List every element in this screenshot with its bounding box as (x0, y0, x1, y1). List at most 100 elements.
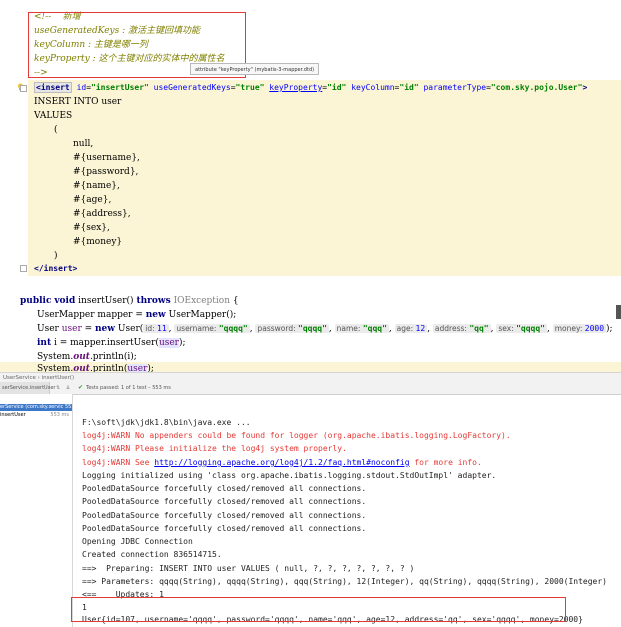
param-hint: password: "qqqq" (255, 324, 329, 333)
code-text: User( (115, 324, 144, 334)
code-text: .println(i); (89, 352, 137, 362)
tree-child[interactable]: insertUser 553 ms (0, 412, 72, 419)
sql-line: #{sex}, (73, 223, 110, 233)
check-icon: ✔ (78, 384, 84, 391)
hint-label: address: (434, 324, 467, 333)
insert-open-tag[interactable]: <insert id="insertUser" useGeneratedKeys… (34, 81, 587, 95)
param-hint: money: 2000 (552, 324, 607, 333)
link-prefix: log4j:WARN See (82, 458, 155, 467)
tag-name: insert (40, 83, 70, 92)
code-text: System. (37, 352, 74, 362)
hint-value: "qqqq" (218, 324, 248, 333)
param-hint: id: 11 (143, 324, 169, 333)
hint-label: id: (145, 324, 155, 333)
tree-child-time: 553 ms (50, 412, 69, 418)
hint-label: username: (176, 324, 217, 333)
code-line: UserMapper mapper = new UserMapper(); (37, 308, 236, 322)
insert-close-tag[interactable]: </insert> (34, 262, 77, 276)
code-line: User user = new User(id: 11, username: "… (37, 324, 613, 334)
fold-icon[interactable] (20, 85, 27, 92)
sql-line: ) (54, 251, 58, 261)
code-text: = (81, 324, 96, 334)
test-tree[interactable]: erService (com.sky.servic 553 ms insertU… (0, 394, 73, 627)
console-output[interactable]: F:\soft\jdk\jdk1.8\bin\java.exe ... log4… (76, 394, 621, 627)
console-line: Created connection 836514715. (82, 550, 222, 559)
result-annotation-box (71, 597, 566, 622)
scroll-marker[interactable] (616, 305, 621, 319)
attr-value: "id" (327, 83, 347, 92)
keyword: int (37, 338, 52, 348)
run-panel[interactable]: serService.insertUser ⇅ ⇊ ✔ Tests passed… (0, 382, 621, 627)
code-text: i = mapper.insertUser( (51, 338, 159, 348)
breadcrumb[interactable]: UserService › insertUser() (0, 372, 621, 382)
sql-line: #{age}, (73, 195, 112, 205)
method-name: insertUser() (78, 296, 134, 306)
hint-label: age: (396, 324, 414, 333)
code-text: UserMapper mapper = (37, 310, 146, 320)
sql-line: ( (54, 125, 58, 135)
hint-label: sex: (498, 324, 514, 333)
attr-value: "true" (235, 83, 265, 92)
hint-value: "qq" (469, 324, 489, 333)
console-line: Logging initialized using 'class org.apa… (82, 471, 497, 480)
attr-name: parameterType (423, 83, 487, 92)
hint-label: password: (257, 324, 296, 333)
attr-value: "insertUser" (91, 83, 149, 92)
variable: user (158, 338, 179, 348)
tag-bracket: > (72, 264, 78, 273)
tag-name: insert (43, 264, 73, 273)
java-editor[interactable]: public void insertUser() throws IOExcept… (0, 283, 621, 376)
attr-value: "com.sky.pojo.User" (490, 83, 583, 92)
attr-name: useGeneratedKeys (153, 83, 231, 92)
toolbar-expand-icon[interactable]: ⇊ (66, 382, 70, 394)
console-line: log4j:WARN Please initialize the log4j s… (82, 444, 347, 453)
keyword: new (145, 310, 166, 320)
sql-line: VALUES (34, 111, 73, 121)
brace: { (232, 296, 239, 306)
test-status: Tests passed: 1 of 1 test – 553 ms (86, 385, 171, 391)
run-tab[interactable]: serService.insertUser (0, 382, 55, 394)
toolbar-sort-icon[interactable]: ⇅ (56, 382, 60, 394)
sql-line: #{money} (73, 237, 123, 247)
keyproperty-tooltip: attribute "keyProperty" (mybatis-3-mappe… (190, 63, 319, 75)
hint-label: name: (336, 324, 361, 333)
console-line: PooledDataSource forcefully closed/remov… (82, 511, 367, 520)
console-line: PooledDataSource forcefully closed/remov… (82, 484, 367, 493)
attr-value: "id" (399, 83, 419, 92)
param-hint: username: "qqqq" (174, 324, 250, 333)
sql-line: null, (73, 139, 94, 149)
code-text: UserMapper(); (165, 310, 237, 320)
console-link-line: log4j:WARN See http://logging.apache.org… (82, 456, 482, 469)
keyword: void (54, 296, 76, 306)
hint-value: 2000 (584, 324, 605, 333)
console-line: ==> Parameters: qqqq(String), qqqq(Strin… (82, 577, 607, 586)
log4j-faq-link[interactable]: http://logging.apache.org/log4j/1.2/faq.… (154, 458, 409, 467)
param-hint: sex: "qqqq" (496, 324, 547, 333)
param-hint: address: "qq" (432, 324, 491, 333)
hint-label: money: (554, 324, 583, 333)
hint-value: "qqqq" (516, 324, 545, 333)
console-line: PooledDataSource forcefully closed/remov… (82, 524, 367, 533)
attr-name: keyColumn (351, 83, 395, 92)
code-text: ); (178, 338, 186, 348)
sql-line: #{username}, (73, 153, 140, 163)
fold-icon[interactable] (20, 265, 27, 272)
tag-bracket: </ (34, 264, 44, 273)
console-line: F:\soft\jdk\jdk1.8\bin\java.exe ... (82, 418, 251, 427)
hint-value: 11 (157, 324, 167, 333)
attr-name[interactable]: keyProperty (269, 83, 322, 92)
method-signature: public void insertUser() throws IOExcept… (20, 294, 239, 308)
tree-child-label: insertUser (0, 412, 26, 418)
code-text: ); (606, 324, 613, 334)
xml-editor[interactable]: <!-- 新增 useGeneratedKeys : 激活主键回填功能 keyC… (0, 0, 621, 283)
keyword: throws (136, 296, 171, 306)
hint-value: 12 (415, 324, 426, 333)
breadcrumb-method[interactable]: insertUser() (42, 375, 75, 381)
tree-root[interactable]: erService (com.sky.servic 553 ms (0, 404, 72, 411)
breadcrumb-class[interactable]: UserService (3, 375, 36, 381)
keyword: new (95, 324, 116, 334)
link-suffix: for more info. (409, 458, 482, 467)
code-text: User (37, 324, 62, 334)
keyword: public (20, 296, 52, 306)
param-hint: name: "qqq" (334, 324, 389, 333)
